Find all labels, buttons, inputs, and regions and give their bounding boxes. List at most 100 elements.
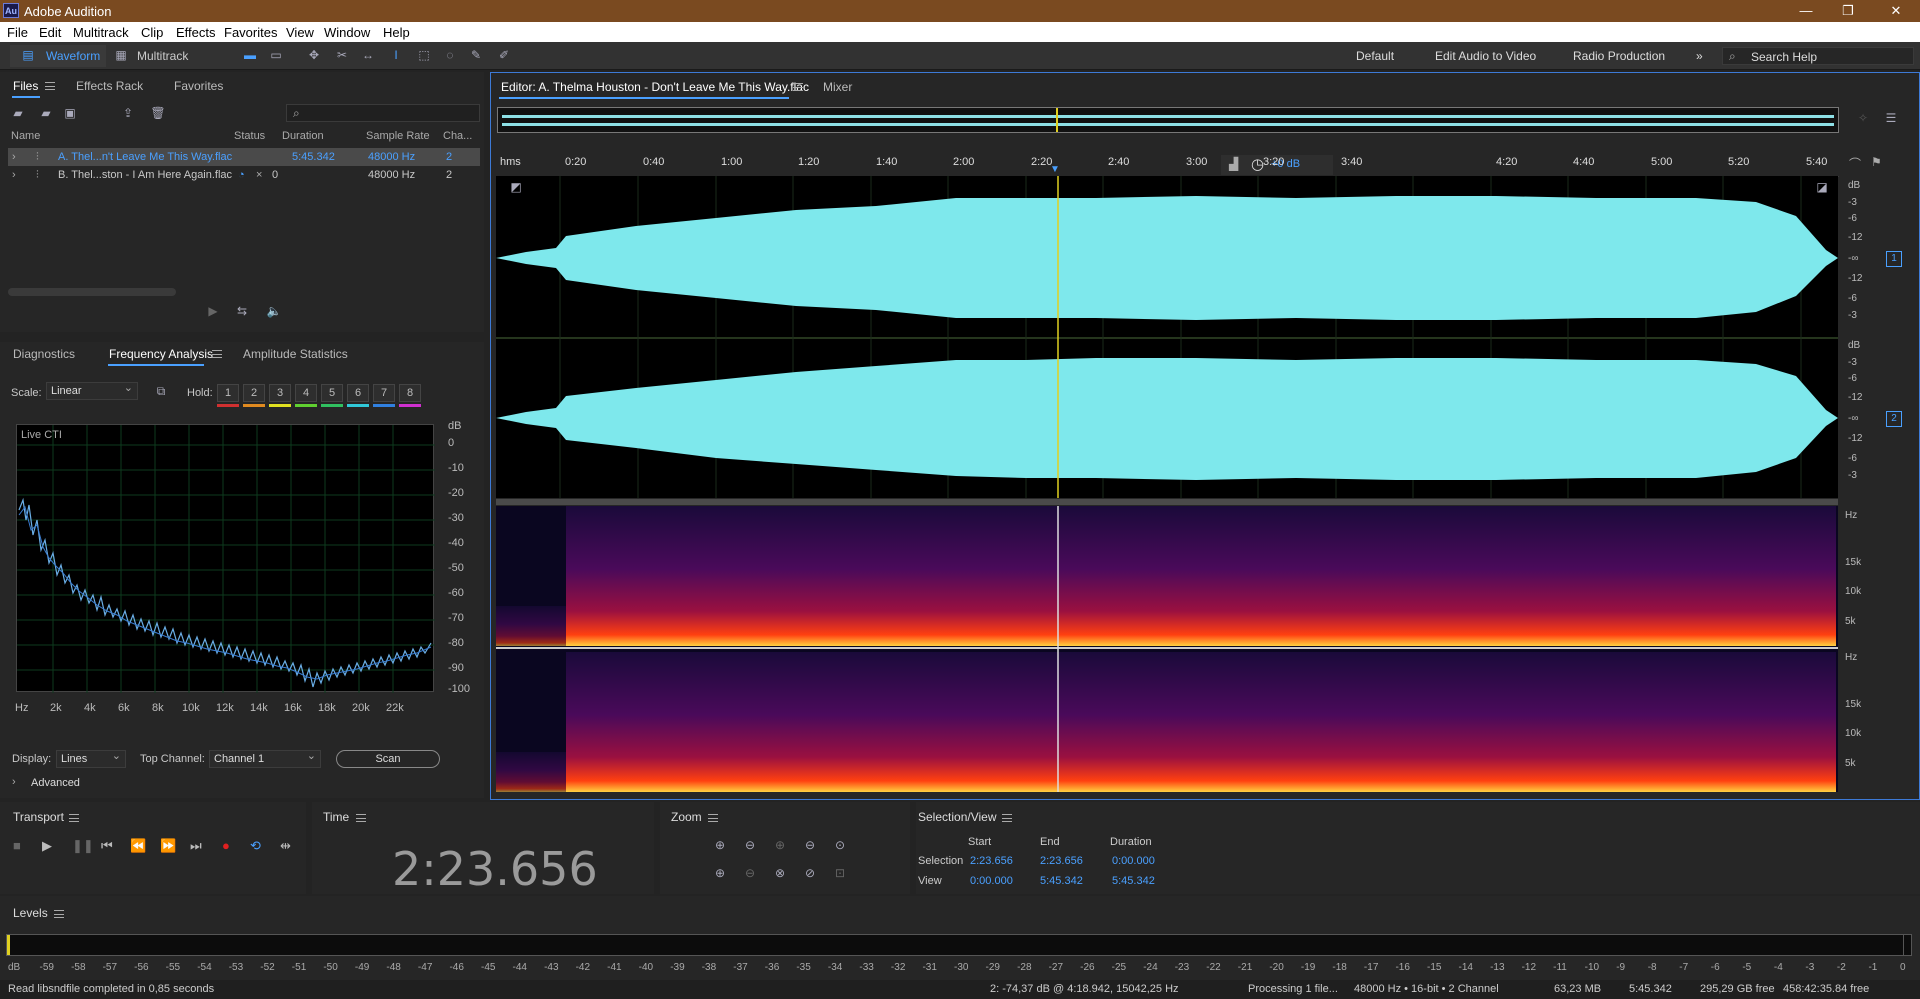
advanced-section[interactable]: Advanced xyxy=(31,777,80,789)
spectral-frequency-icon[interactable]: ▬ xyxy=(242,48,258,62)
workspace-default[interactable]: Default xyxy=(1356,49,1394,63)
view-start[interactable]: 0:00.000 xyxy=(970,875,1013,887)
waveform-corner-icon-right[interactable]: ◪ xyxy=(1814,180,1830,194)
menu-file[interactable]: File xyxy=(7,25,28,40)
col-name[interactable]: Name xyxy=(11,130,40,142)
clip-indicator[interactable] xyxy=(1903,935,1911,955)
editor-tab[interactable]: Editor: A. Thelma Houston - Don't Leave … xyxy=(501,80,809,94)
snapshot-icon[interactable]: ⧉ xyxy=(153,384,169,398)
lasso-tool-icon[interactable]: ◌ xyxy=(442,48,458,62)
horizontal-scrollbar[interactable] xyxy=(8,288,176,296)
hold-button-7[interactable]: 7 xyxy=(373,384,395,402)
display-dropdown[interactable]: Lines xyxy=(56,748,126,768)
frequency-graph[interactable]: Live CTI xyxy=(16,424,435,693)
zoom-reset-icon[interactable]: ⊡ xyxy=(832,866,848,880)
menu-window[interactable]: Window xyxy=(324,25,370,40)
time-selection-tool-icon[interactable]: I xyxy=(388,48,404,62)
files-search-input[interactable]: ⌕ xyxy=(286,104,480,122)
playhead-marker-icon[interactable]: ▼ xyxy=(1050,164,1060,175)
menu-view[interactable]: View xyxy=(286,25,314,40)
open-file-icon[interactable]: ▰ xyxy=(10,106,26,120)
selection-end[interactable]: 2:23.656 xyxy=(1040,855,1083,867)
tab-frequency-analysis[interactable]: Frequency Analysis xyxy=(109,347,213,361)
fast-forward-icon[interactable]: ⏩ xyxy=(160,838,176,854)
zoom-out-amplitude-icon[interactable]: ⊖ xyxy=(742,838,758,852)
move-to-previous-icon[interactable]: ⏮ xyxy=(101,838,113,854)
zoom-in-point-icon[interactable]: ⊕ xyxy=(712,866,728,880)
zoom-lock-icon[interactable]: ⌒ xyxy=(1849,155,1861,172)
razor-tool-icon[interactable]: ✂ xyxy=(334,48,350,62)
channel-1-badge[interactable]: 1 xyxy=(1886,251,1902,267)
menu-edit[interactable]: Edit xyxy=(39,25,61,40)
zoom-full-icon[interactable]: ⊙ xyxy=(832,838,848,852)
view-duration[interactable]: 5:45.342 xyxy=(1112,875,1155,887)
file-row[interactable]: › ⫶ B. Thel...ston - I Am Here Again.fla… xyxy=(8,166,480,184)
delete-file-icon[interactable]: 🗑 xyxy=(150,106,166,120)
move-to-next-icon[interactable]: ⏭ xyxy=(190,838,202,854)
tab-amplitude-statistics[interactable]: Amplitude Statistics xyxy=(243,347,348,361)
stop-icon[interactable]: ■ xyxy=(13,838,21,853)
zoom-out-time-icon[interactable]: ⊖ xyxy=(802,838,818,852)
tab-mixer[interactable]: Mixer xyxy=(823,80,852,94)
marker-icon[interactable]: ⚑ xyxy=(1871,155,1882,169)
spectral-pitch-icon[interactable]: ▭ xyxy=(268,48,284,62)
tab-diagnostics[interactable]: Diagnostics xyxy=(13,347,75,361)
menu-clip[interactable]: Clip xyxy=(141,25,163,40)
zoom-in-time-icon[interactable]: ⊕ xyxy=(772,838,788,852)
play-preview-icon[interactable]: ▶ xyxy=(205,304,221,318)
tab-effects-rack[interactable]: Effects Rack xyxy=(76,79,143,93)
loop-preview-icon[interactable]: ⇆ xyxy=(234,304,250,318)
advanced-expand-icon[interactable]: › xyxy=(12,776,16,788)
rewind-icon[interactable]: ⏪ xyxy=(130,838,146,854)
more-workspaces-icon[interactable]: » xyxy=(1696,49,1703,63)
col-channels[interactable]: Cha... xyxy=(443,130,472,142)
loop-playback-icon[interactable]: ⟲ xyxy=(250,838,261,854)
scale-dropdown[interactable]: Linear xyxy=(46,380,138,400)
panel-menu-icon[interactable] xyxy=(212,350,222,358)
time-display[interactable]: 2:23.656 xyxy=(392,842,598,896)
panel-menu-icon[interactable] xyxy=(69,814,79,822)
channel-2-badge[interactable]: 2 xyxy=(1886,411,1902,427)
zoom-to-region-icon[interactable]: ⊘ xyxy=(802,866,818,880)
tab-favorites[interactable]: Favorites xyxy=(174,79,223,93)
panel-menu-icon[interactable] xyxy=(356,814,366,822)
panel-menu-icon[interactable] xyxy=(708,814,718,822)
hold-button-6[interactable]: 6 xyxy=(347,384,369,402)
cancel-processing-icon[interactable]: × xyxy=(256,169,262,181)
selection-duration[interactable]: 0:00.000 xyxy=(1112,855,1155,867)
view-options-icon[interactable]: ☰ xyxy=(1883,111,1899,125)
move-tool-icon[interactable]: ✥ xyxy=(306,48,322,62)
view-divider[interactable] xyxy=(496,499,1838,505)
zoom-selection-icon[interactable]: ⊗ xyxy=(772,866,788,880)
hold-button-3[interactable]: 3 xyxy=(269,384,291,402)
brush-tool-icon[interactable]: ✎ xyxy=(468,48,484,62)
autoplay-icon[interactable]: 🔈 xyxy=(266,304,282,318)
zoom-out-point-icon[interactable]: ⊖ xyxy=(742,866,758,880)
tab-files[interactable]: Files xyxy=(13,79,38,93)
view-end[interactable]: 5:45.342 xyxy=(1040,875,1083,887)
zoom-in-amplitude-icon[interactable]: ⊕ xyxy=(712,838,728,852)
menu-effects[interactable]: Effects xyxy=(176,25,216,40)
maximize-button[interactable]: ❐ xyxy=(1828,2,1868,20)
record-icon[interactable]: ● xyxy=(222,838,230,853)
skip-selection-icon[interactable]: ⇹ xyxy=(280,838,291,854)
expand-icon[interactable]: › xyxy=(12,151,16,163)
col-duration[interactable]: Duration xyxy=(282,130,324,142)
minimize-button[interactable]: — xyxy=(1786,2,1826,20)
scan-button[interactable]: Scan xyxy=(336,750,440,768)
overview-navigator[interactable] xyxy=(497,107,1839,133)
slip-tool-icon[interactable]: ↔ xyxy=(360,48,376,62)
hold-button-5[interactable]: 5 xyxy=(321,384,343,402)
zoom-icon[interactable]: ✧ xyxy=(1855,111,1871,125)
spectral-display[interactable] xyxy=(496,506,1838,792)
marquee-tool-icon[interactable]: ⬚ xyxy=(416,48,432,62)
panel-menu-icon[interactable] xyxy=(54,910,64,918)
panel-menu-icon[interactable] xyxy=(793,83,803,91)
expand-icon[interactable]: › xyxy=(12,169,16,181)
workspace-radio-production[interactable]: Radio Production xyxy=(1573,49,1665,63)
panel-menu-icon[interactable] xyxy=(45,82,55,90)
waveform-corner-icon[interactable]: ◩ xyxy=(508,180,524,194)
selection-start[interactable]: 2:23.656 xyxy=(970,855,1013,867)
col-status[interactable]: Status xyxy=(234,130,265,142)
waveform-display[interactable]: ◩ ◪ xyxy=(496,176,1838,498)
